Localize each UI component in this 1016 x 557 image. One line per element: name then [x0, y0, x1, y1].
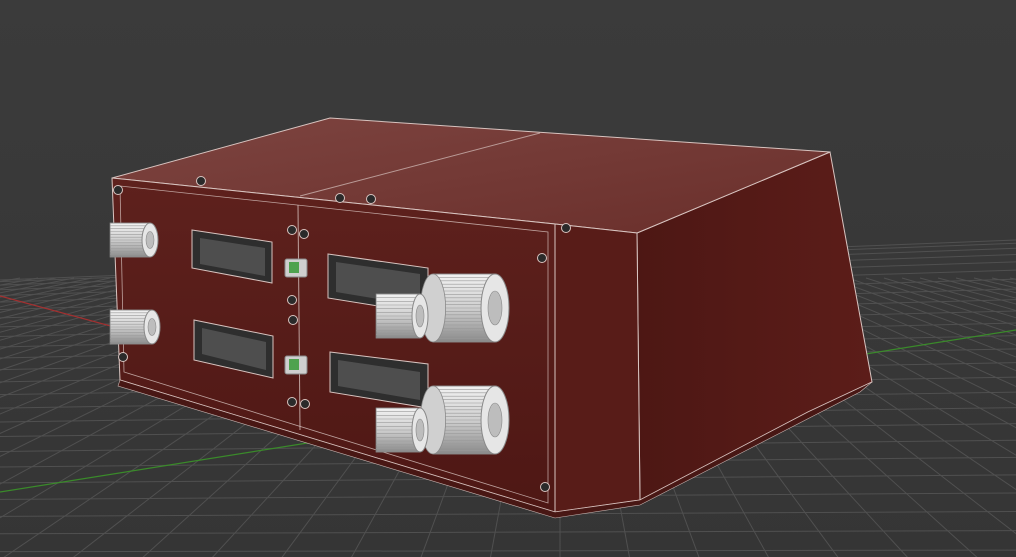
screw-hole-icon: [287, 225, 297, 235]
rotary-knob-icon[interactable]: [375, 293, 429, 339]
enclosure-corner-face: [554, 223, 641, 513]
rotary-knob-icon[interactable]: [109, 222, 159, 258]
screw-hole-icon: [288, 315, 298, 325]
rotary-knob-icon[interactable]: [375, 407, 429, 453]
screw-hole-icon: [118, 352, 128, 362]
screw-hole-icon: [561, 223, 571, 233]
rotary-knob-icon[interactable]: [419, 273, 510, 343]
screw-hole-icon: [299, 229, 309, 239]
screw-hole-icon: [300, 399, 310, 409]
viewport-canvas[interactable]: [0, 0, 1016, 557]
rotary-knob-icon[interactable]: [109, 309, 161, 345]
screw-hole-icon: [287, 295, 297, 305]
screw-hole-icon: [113, 185, 123, 195]
rotary-knob-icon[interactable]: [419, 385, 510, 455]
screw-hole-icon: [196, 176, 206, 186]
screw-hole-icon: [540, 482, 550, 492]
green-indicator-icon: [284, 258, 308, 278]
3d-viewport[interactable]: [0, 0, 1016, 557]
screw-hole-icon: [335, 193, 345, 203]
green-indicator-icon: [284, 355, 308, 375]
screw-hole-icon: [537, 253, 547, 263]
screw-hole-icon: [366, 194, 376, 204]
screw-hole-icon: [287, 397, 297, 407]
